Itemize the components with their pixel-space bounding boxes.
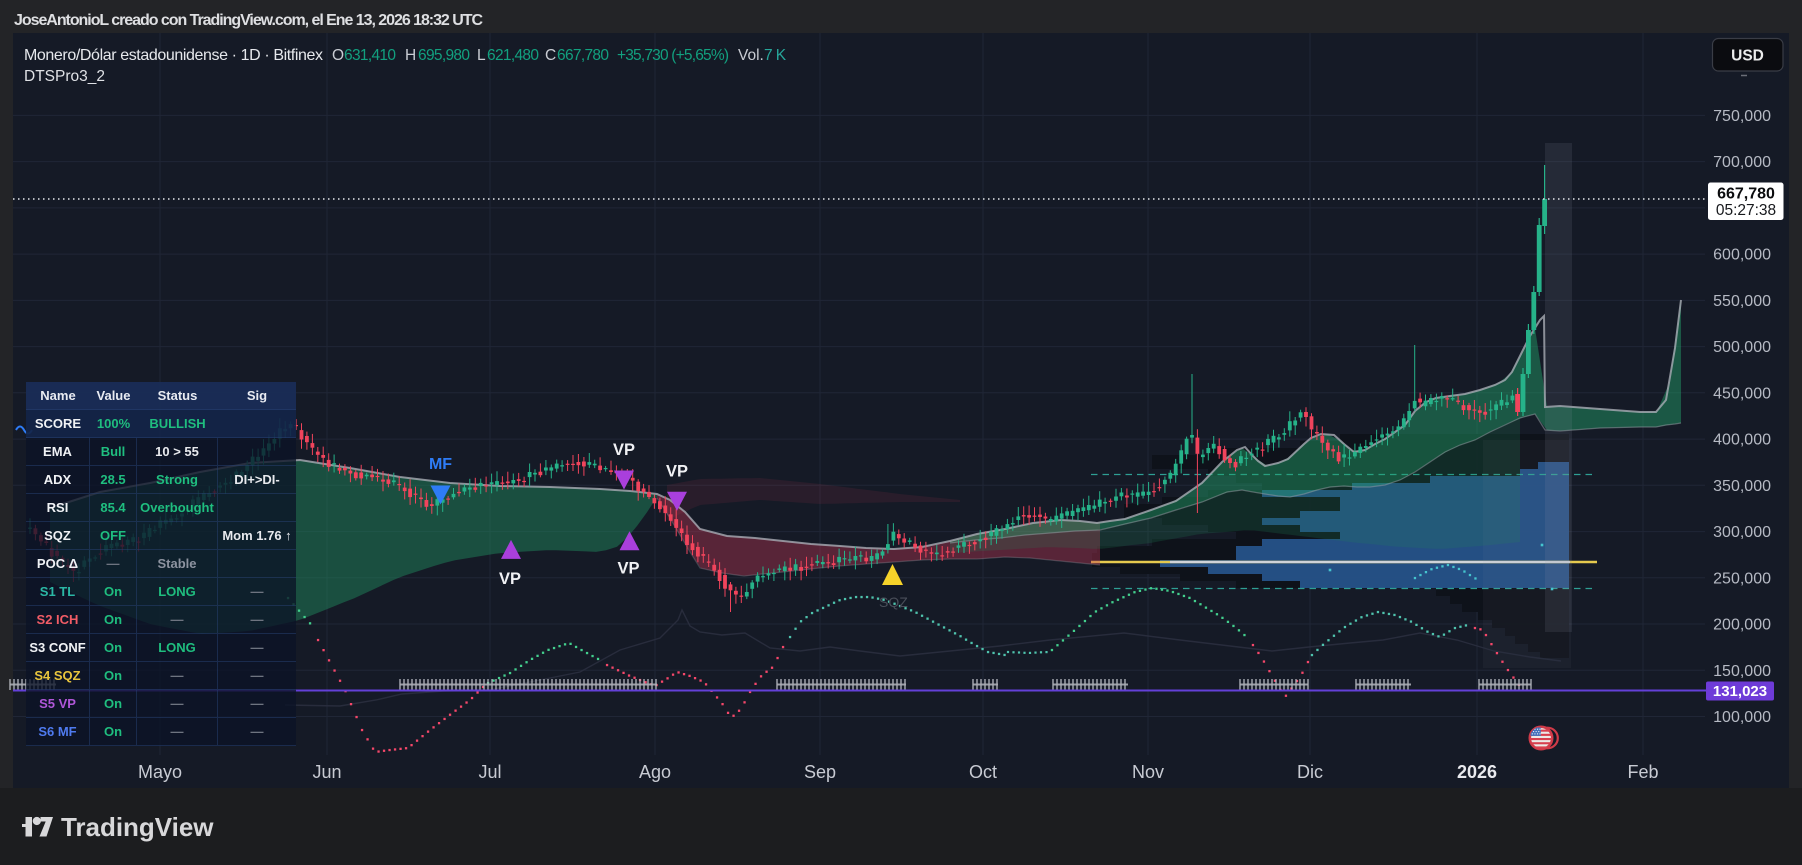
svg-text:VP: VP (666, 463, 688, 481)
svg-text:2026: 2026 (1457, 762, 1497, 782)
svg-text:667,780: 667,780 (1717, 186, 1775, 203)
svg-text:600,000: 600,000 (1713, 247, 1771, 264)
svg-text:631,410: 631,410 (344, 47, 396, 64)
svg-text:Jul: Jul (478, 762, 501, 782)
svg-text:700,000: 700,000 (1713, 154, 1771, 171)
svg-text:621,480: 621,480 (487, 47, 539, 64)
svg-text:Oct: Oct (969, 762, 997, 782)
svg-text:Nov: Nov (1132, 762, 1164, 782)
svg-text:Vol.: Vol. (738, 47, 764, 64)
svg-text:DTSPro3_2: DTSPro3_2 (24, 68, 105, 85)
svg-text:150,000: 150,000 (1713, 663, 1771, 680)
svg-text:Ago: Ago (639, 762, 671, 782)
svg-text:250,000: 250,000 (1713, 570, 1771, 587)
svg-text:Mayo: Mayo (138, 762, 182, 782)
svg-text:+35,730 (+5,65%): +35,730 (+5,65%) (617, 47, 729, 64)
svg-text:500,000: 500,000 (1713, 339, 1771, 356)
svg-text:667,780: 667,780 (557, 47, 609, 64)
svg-text:695,980: 695,980 (418, 47, 470, 64)
svg-text:300,000: 300,000 (1713, 524, 1771, 541)
svg-text:Feb: Feb (1627, 762, 1658, 782)
svg-text:Dic: Dic (1297, 762, 1323, 782)
svg-text:VP: VP (499, 570, 521, 588)
svg-text:H: H (405, 47, 416, 64)
svg-text:400,000: 400,000 (1713, 432, 1771, 449)
svg-text:O: O (332, 47, 344, 64)
svg-text:VP: VP (613, 441, 635, 459)
svg-text:7 K: 7 K (764, 47, 787, 64)
svg-text:131,023: 131,023 (1713, 683, 1767, 700)
svg-text:C: C (545, 47, 556, 64)
svg-text:350,000: 350,000 (1713, 478, 1771, 495)
svg-text:750,000: 750,000 (1713, 108, 1771, 125)
svg-text:550,000: 550,000 (1713, 293, 1771, 310)
svg-text:05:27:38: 05:27:38 (1716, 202, 1776, 219)
svg-text:TradingView: TradingView (61, 812, 214, 842)
svg-text:200,000: 200,000 (1713, 617, 1771, 634)
svg-text:450,000: 450,000 (1713, 385, 1771, 402)
svg-text:MF: MF (429, 456, 452, 473)
svg-text:JoseAntonioL creado con Tradin: JoseAntonioL creado con TradingView.com,… (14, 12, 483, 29)
svg-text:USD: USD (1731, 48, 1764, 65)
svg-text:VP: VP (617, 560, 639, 578)
svg-text:SQZ: SQZ (879, 594, 908, 610)
svg-text:Jun: Jun (312, 762, 341, 782)
svg-text:Sep: Sep (804, 762, 836, 782)
svg-text:Monero/Dólar estadounidense ·: Monero/Dólar estadounidense · 1D · Bitfi… (24, 47, 323, 64)
svg-text:100,000: 100,000 (1713, 709, 1771, 726)
svg-text:L: L (477, 47, 486, 64)
